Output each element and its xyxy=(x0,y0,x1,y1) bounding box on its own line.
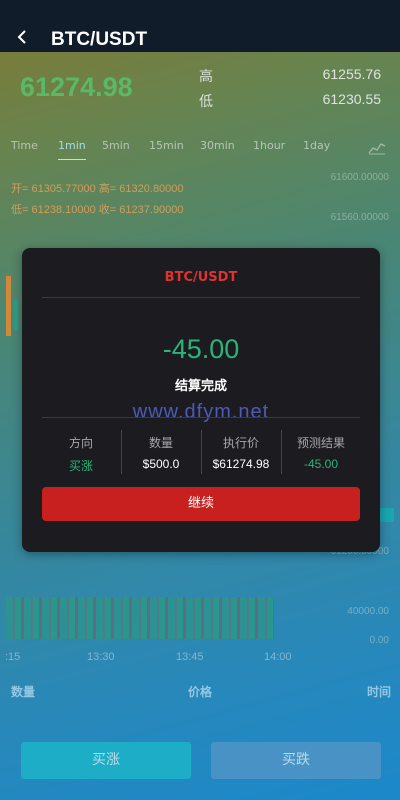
watermark-text: www.dfym.net xyxy=(132,401,270,423)
divider xyxy=(42,297,360,298)
top-bar: BTC/USDT xyxy=(0,0,400,52)
info-value: $500.0 xyxy=(142,457,180,471)
info-label: 数量 xyxy=(148,436,173,450)
info-prediction: 预测结果 -45.00 xyxy=(281,434,361,471)
result-status: 结算完成 xyxy=(174,379,227,394)
divider xyxy=(42,417,360,418)
info-exec-price: 执行价 $61274.98 xyxy=(201,434,281,471)
info-quantity: 数量 $500.0 xyxy=(121,434,201,471)
settlement-modal: BTC/USDT -45.00 结算完成 www.dfym.net 方向 买涨 … xyxy=(22,248,380,552)
info-label: 方向 xyxy=(68,436,93,450)
info-direction: 方向 买涨 xyxy=(41,434,121,474)
info-value: -45.00 xyxy=(303,457,339,471)
page-title: BTC/USDT xyxy=(51,29,148,50)
modal-title: BTC/USDT xyxy=(164,270,238,285)
info-label: 执行价 xyxy=(222,436,259,450)
info-value: $61274.98 xyxy=(212,457,270,471)
result-amount: -45.00 xyxy=(162,334,240,364)
back-arrow-icon[interactable] xyxy=(14,28,32,46)
info-label: 预测结果 xyxy=(296,436,345,450)
continue-button[interactable]: 继续 xyxy=(42,487,360,521)
info-value: 买涨 xyxy=(68,459,93,473)
